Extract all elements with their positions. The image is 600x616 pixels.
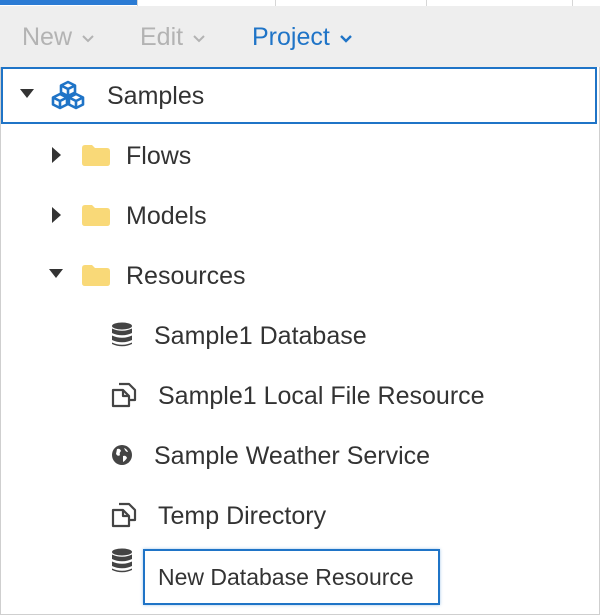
tree-item-temp-directory[interactable]: Temp Directory — [0, 487, 598, 544]
database-icon — [112, 548, 132, 573]
database-icon — [112, 322, 132, 347]
tree-item-label: Samples — [107, 82, 205, 110]
globe-icon — [112, 445, 132, 465]
tree-item-resources[interactable]: Resources — [0, 247, 598, 304]
files-icon — [111, 502, 137, 528]
project-menu-label: Project — [252, 23, 330, 51]
caret-right-icon[interactable] — [52, 147, 62, 163]
caret-right-icon[interactable] — [52, 207, 62, 223]
edit-menu-label: Edit — [140, 23, 184, 51]
tree-item-flows[interactable]: Flows — [0, 127, 598, 184]
tree-item-label: Flows — [126, 142, 192, 170]
tree-item-sample1-database[interactable]: Sample1 Database — [0, 307, 598, 364]
edit-menu[interactable]: Edit — [140, 23, 207, 52]
chevron-down-icon — [193, 34, 205, 42]
chevron-down-icon — [339, 34, 352, 43]
tree-item-sample1-local-file-resource[interactable]: Sample1 Local File Resource — [0, 367, 598, 424]
menu-bar: New Edit Project — [0, 6, 600, 67]
new-menu-label: New — [22, 23, 73, 51]
rename-field[interactable] — [143, 549, 440, 605]
chevron-down-icon — [82, 34, 94, 42]
caret-down-icon[interactable] — [20, 89, 34, 99]
tree-item-models[interactable]: Models — [0, 187, 598, 244]
tree-item-samples[interactable]: Samples — [1, 67, 597, 124]
files-icon — [111, 382, 137, 408]
folder-icon — [82, 205, 110, 226]
tree-item-label: Sample1 Local File Resource — [158, 382, 485, 410]
cubes-icon — [51, 80, 85, 110]
project-menu[interactable]: Project — [252, 23, 354, 52]
tree-item-label: Temp Directory — [158, 502, 327, 530]
new-menu[interactable]: New — [22, 23, 96, 52]
tree-item-label: Models — [126, 202, 207, 230]
tree-item-label: Sample1 Database — [154, 322, 367, 350]
caret-down-icon[interactable] — [49, 269, 63, 279]
folder-icon — [82, 265, 110, 286]
tree-item-label: Resources — [126, 262, 246, 290]
tree-item-sample-weather-service[interactable]: Sample Weather Service — [0, 427, 598, 484]
rename-input[interactable] — [158, 563, 428, 591]
tree-item-label: Sample Weather Service — [154, 442, 431, 470]
folder-icon — [82, 145, 110, 166]
